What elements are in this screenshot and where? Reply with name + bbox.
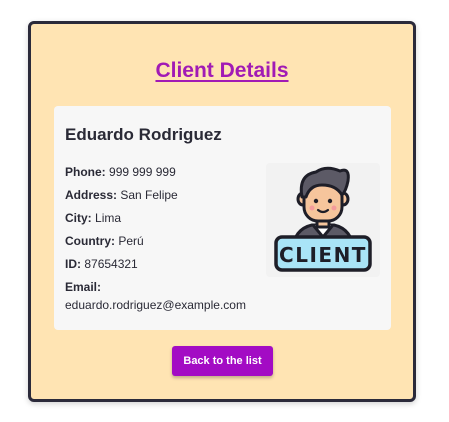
client-avatar-icon: CLIENT — [266, 163, 380, 277]
back-to-list-button[interactable]: Back to the list — [172, 346, 273, 376]
city-field: City: Lima — [65, 210, 121, 226]
avatar-badge-text: CLIENT — [279, 243, 367, 267]
page-title[interactable]: Client Details — [31, 59, 413, 83]
country-value: Perú — [118, 234, 144, 248]
email-label: Email: — [65, 280, 102, 294]
email-field: Email: eduardo.rodriguez@example.com — [65, 279, 265, 313]
id-field: ID: 87654321 — [65, 256, 138, 272]
client-info-panel: Eduardo Rodriguez Phone: 999 999 999 Add… — [54, 106, 391, 330]
id-label: ID: — [65, 257, 81, 271]
client-avatar-graphic: CLIENT — [274, 166, 372, 272]
address-value: San Felipe — [120, 188, 178, 202]
id-value: 87654321 — [84, 257, 138, 271]
phone-field: Phone: 999 999 999 — [65, 164, 176, 180]
phone-label: Phone: — [65, 165, 106, 179]
address-field: Address: San Felipe — [65, 187, 178, 203]
client-details-card: Client Details Eduardo Rodriguez Phone: … — [28, 21, 416, 402]
address-label: Address: — [65, 188, 118, 202]
city-label: City: — [65, 211, 92, 225]
email-value: eduardo.rodriguez@example.com — [65, 298, 246, 312]
client-name: Eduardo Rodriguez — [65, 125, 222, 144]
phone-value: 999 999 999 — [109, 165, 176, 179]
country-field: Country: Perú — [65, 233, 144, 249]
city-value: Lima — [95, 211, 122, 225]
country-label: Country: — [65, 234, 115, 248]
